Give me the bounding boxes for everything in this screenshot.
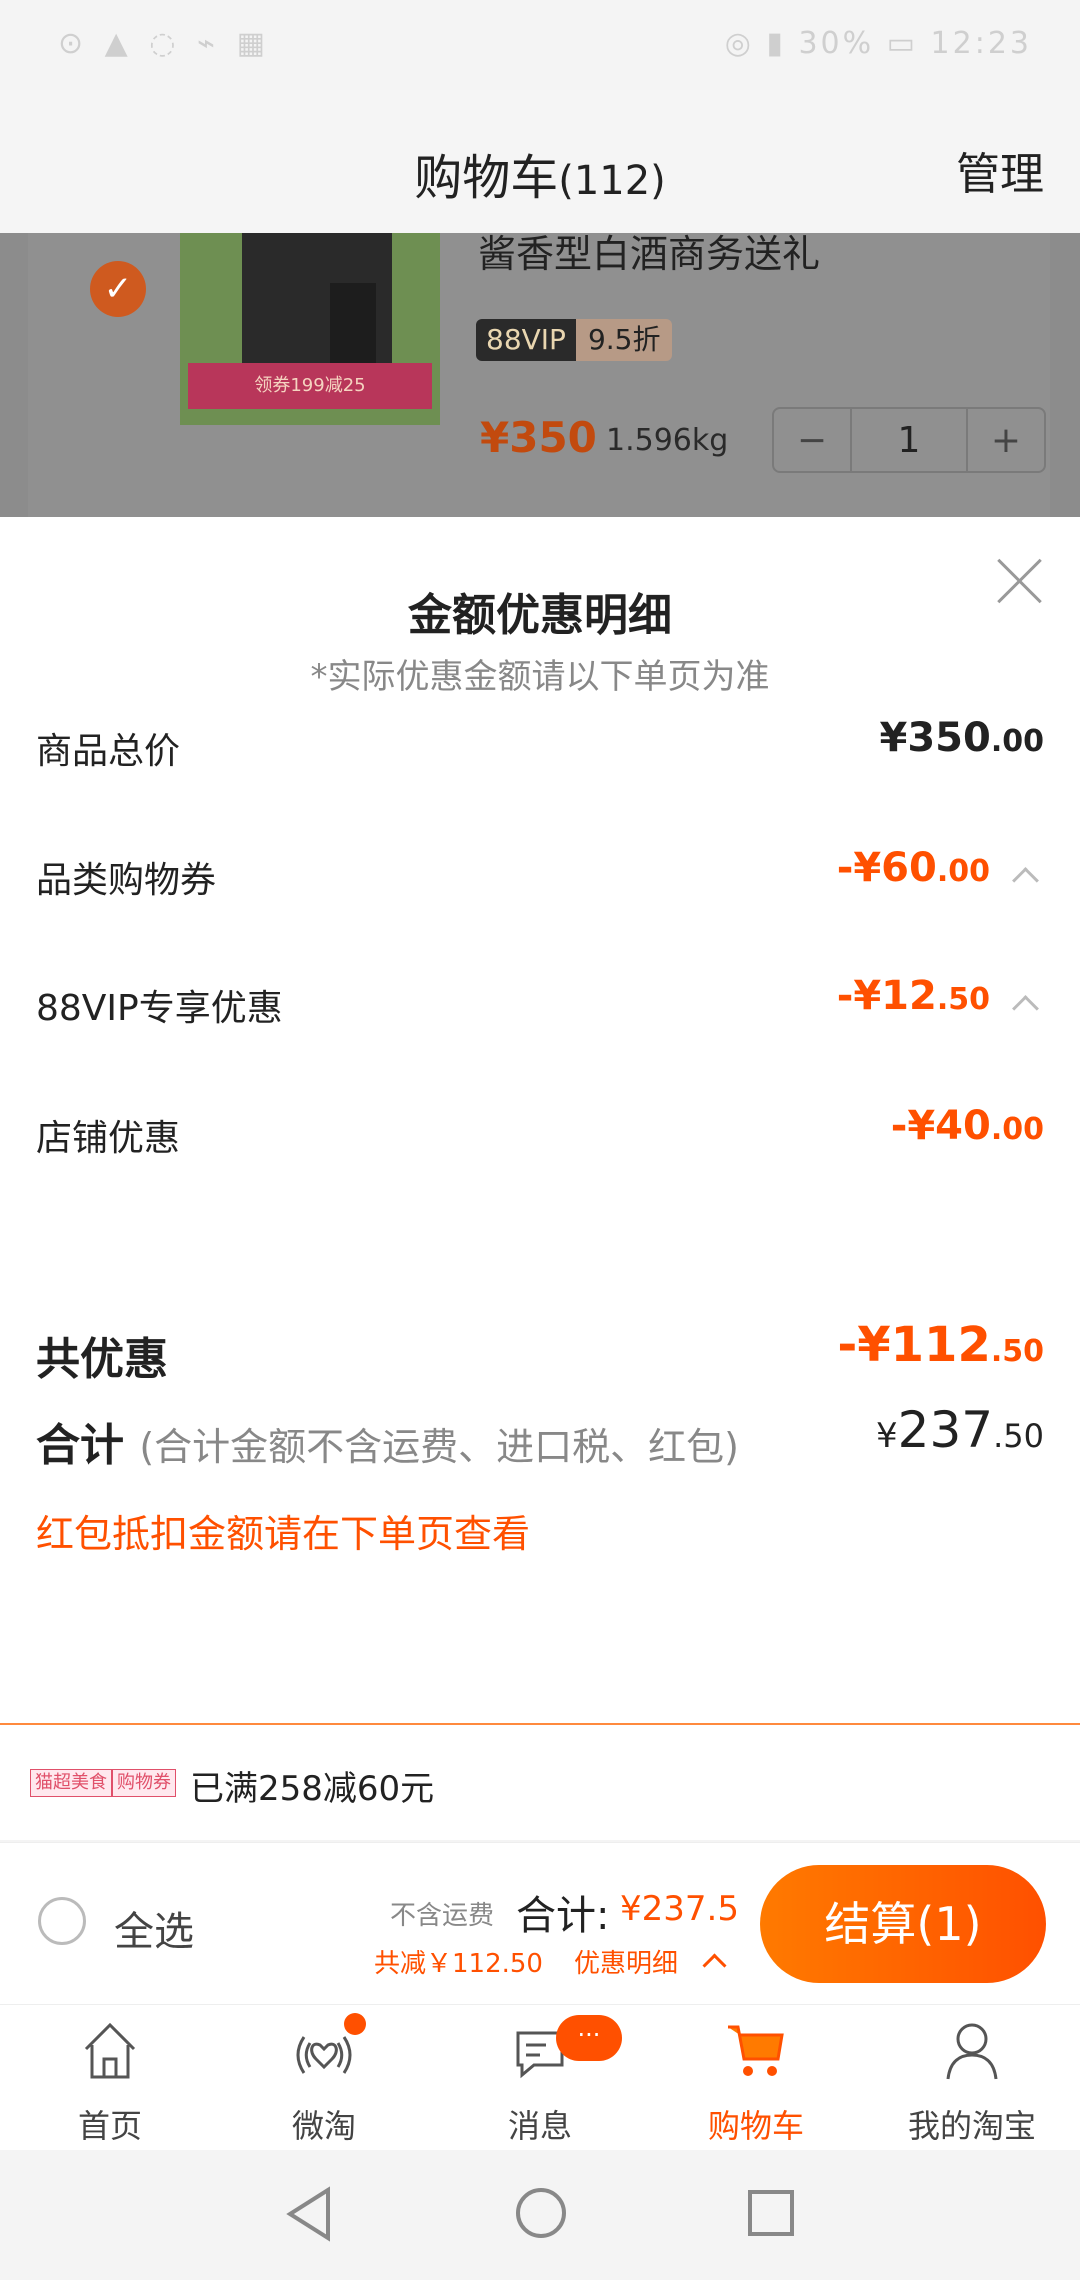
- tab-home[interactable]: 首页: [2, 2005, 218, 2151]
- cart-count: (112): [558, 158, 666, 204]
- item-checkbox[interactable]: ✓: [90, 261, 146, 317]
- status-bar: ⊙ ▲ ◌ ⌁ ▦ ◎ ▮ 30% ▭ 12:23: [0, 0, 1080, 90]
- value-dec: .00: [990, 724, 1044, 759]
- cart-icon: [728, 2025, 784, 2076]
- discount-detail-toggle[interactable]: 优惠明细: [574, 1943, 678, 1980]
- value-dec: .00: [936, 854, 990, 889]
- sum-int: 237: [897, 1401, 994, 1459]
- row-value-shop-discount: -¥40.00: [891, 1103, 1044, 1149]
- total-discount-value: -¥112.50: [837, 1317, 1044, 1373]
- home-circle-icon[interactable]: [514, 2186, 568, 2240]
- value-int: -¥60: [836, 845, 937, 891]
- checkout-sum-value: ¥237.5: [620, 1889, 739, 1929]
- tab-my-taobao[interactable]: 我的淘宝: [864, 2005, 1080, 2151]
- checkout-button[interactable]: 结算(1): [760, 1865, 1046, 1983]
- total-reduce-text: 共减￥112.50: [374, 1949, 543, 1979]
- tab-label: 购物车: [707, 2107, 804, 2145]
- cart-item: ✓ 领券199减25 酱香型白酒商务送礼 88VIP 9.5折 ¥350 1.5…: [28, 232, 1050, 517]
- checkout-bar: 全选 不含运费 合计: ¥237.5 共减￥112.50 优惠明细 结算(1): [0, 1842, 1080, 2005]
- back-icon[interactable]: [284, 2186, 334, 2242]
- row-label-total-price: 商品总价: [36, 731, 181, 772]
- discount-detail-sheet: 金额优惠明细 *实际优惠金额请以下单页为准 商品总价 ¥350.00 品类购物券…: [0, 517, 1080, 1727]
- system-nav-bar: [0, 2150, 1080, 2280]
- increase-button[interactable]: +: [968, 409, 1044, 471]
- sum-label: 合计: [36, 1420, 124, 1471]
- promo-tags: 猫超美食 购物券: [30, 1769, 176, 1797]
- bottom-tab-bar: 首页 微淘 ··· 消息 购物车 我的淘宝: [0, 2004, 1080, 2151]
- promo-tag-coupon: 购物券: [112, 1769, 176, 1797]
- tab-label: 微淘: [291, 2107, 356, 2145]
- promo-bar: 猫超美食 购物券 已满258减60元: [0, 1725, 1080, 1840]
- sum-note: (合计金额不含运费、进口税、红包): [139, 1425, 739, 1469]
- tab-cart[interactable]: 购物车: [648, 2005, 864, 2151]
- row-label-shop-discount: 店铺优惠: [36, 1118, 181, 1159]
- tab-label: 消息: [507, 2107, 572, 2145]
- cart-item-area: ✓ 领券199减25 酱香型白酒商务送礼 88VIP 9.5折 ¥350 1.5…: [0, 232, 1080, 517]
- promo-text: 已满258减60元: [190, 1769, 435, 1809]
- product-weight: 1.596kg: [606, 423, 729, 458]
- sheet-note: *实际优惠金额请以下单页为准: [310, 657, 770, 697]
- app-header: 购物车(112) 管理: [0, 90, 1080, 233]
- value-int: -¥40: [890, 1103, 991, 1149]
- chevron-up-icon[interactable]: [702, 1949, 726, 1973]
- row-value-total-price: ¥350.00: [880, 715, 1044, 761]
- tab-messages[interactable]: ··· 消息: [432, 2005, 648, 2151]
- discount-tag-label: 9.5折: [575, 319, 673, 361]
- value-dec: .50: [936, 982, 990, 1017]
- tab-weitao[interactable]: 微淘: [216, 2005, 432, 2151]
- product-price: ¥350: [480, 413, 597, 462]
- status-icons-right: ◎ ▮ 30% ▭ 12:23: [724, 26, 1032, 61]
- product-title[interactable]: 酱香型白酒商务送礼: [478, 223, 820, 278]
- value-int: -¥12: [836, 973, 937, 1019]
- decrease-button[interactable]: −: [774, 409, 850, 471]
- page-title: 购物车(112): [0, 138, 1080, 208]
- quantity-stepper: − 1 +: [772, 407, 1046, 473]
- quantity-value[interactable]: 1: [850, 409, 968, 471]
- tab-label: 我的淘宝: [907, 2107, 1036, 2145]
- row-value-category-coupon[interactable]: -¥60.00: [837, 845, 990, 891]
- page-title-text: 购物车: [414, 150, 559, 206]
- sum-currency: ¥: [876, 1416, 898, 1456]
- manage-button[interactable]: 管理: [956, 138, 1044, 202]
- value-dec: .50: [990, 1334, 1044, 1369]
- checkmark-icon: ✓: [103, 269, 133, 309]
- select-all-label[interactable]: 全选: [114, 1899, 194, 1957]
- row-label-category-coupon[interactable]: 品类购物券: [36, 851, 216, 903]
- user-icon: [946, 2023, 998, 2080]
- product-image-banner: 领券199减25: [188, 363, 432, 409]
- recents-icon[interactable]: [746, 2188, 796, 2238]
- value-dec: .00: [990, 1112, 1044, 1147]
- select-all-radio[interactable]: [38, 1897, 86, 1945]
- notification-dot: [344, 2013, 366, 2035]
- vip-discount-tag: 88VIP 9.5折: [476, 319, 673, 361]
- home-icon: [84, 2022, 136, 2079]
- value-int: -¥112: [837, 1317, 991, 1373]
- status-icons-left: ⊙ ▲ ◌ ⌁ ▦: [58, 26, 271, 61]
- sum-value: ¥237.50: [876, 1401, 1044, 1459]
- vip-tag-label: 88VIP: [476, 319, 576, 361]
- sum-dec: .50: [993, 1417, 1044, 1455]
- promo-tag-store: 猫超美食: [30, 1769, 112, 1797]
- chevron-up-icon[interactable]: [1006, 983, 1046, 1023]
- chevron-up-icon[interactable]: [1006, 855, 1046, 895]
- value-int: ¥350: [879, 715, 991, 761]
- tab-label: 首页: [77, 2107, 142, 2145]
- sum-row: 合计 (合计金额不含运费、进口税、红包): [36, 1409, 739, 1473]
- row-value-vip-discount[interactable]: -¥12.50: [837, 973, 990, 1019]
- sheet-title: 金额优惠明细: [408, 590, 672, 641]
- red-packet-hint: 红包抵扣金额请在下单页查看: [36, 1512, 531, 1556]
- checkout-sum-label: 合计:: [516, 1893, 610, 1939]
- no-shipping-note: 不含运费: [390, 1901, 495, 1931]
- message-badge: ···: [556, 2015, 622, 2061]
- product-image[interactable]: 领券199减25: [180, 233, 440, 425]
- row-label-vip-discount[interactable]: 88VIP专享优惠: [36, 979, 283, 1031]
- total-discount-label: 共优惠: [36, 1334, 168, 1385]
